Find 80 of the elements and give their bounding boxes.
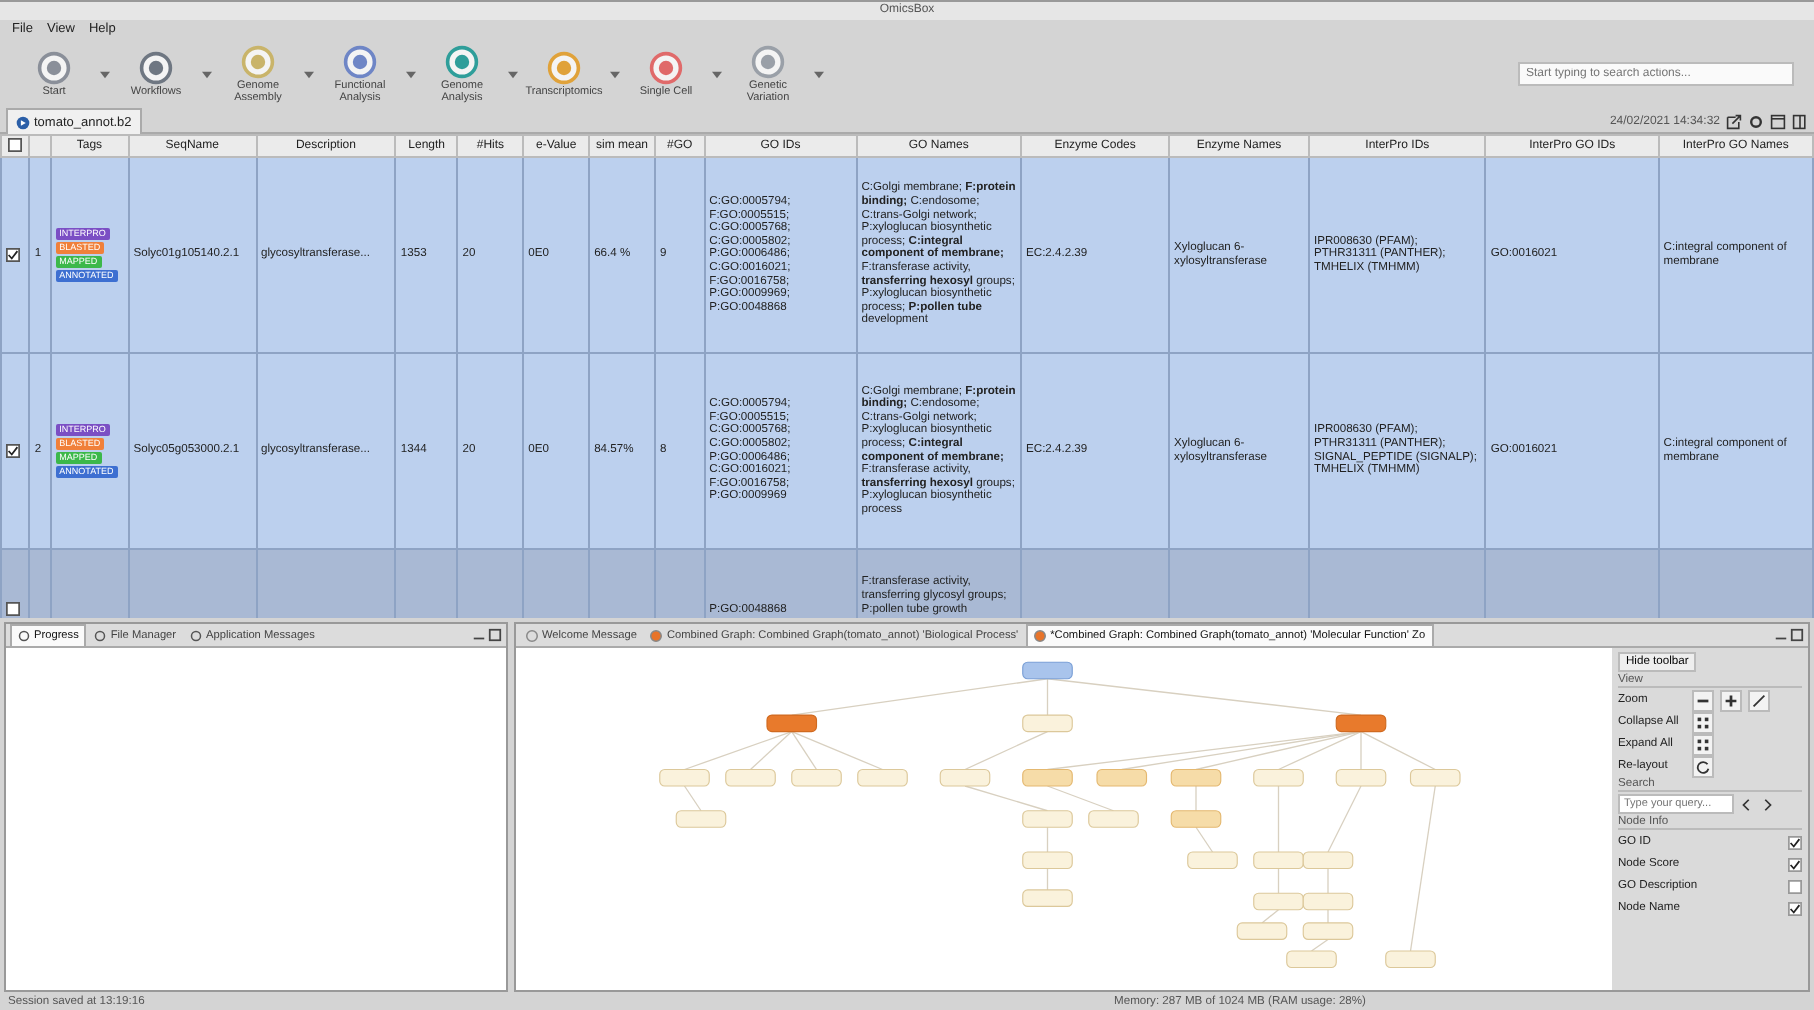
graph-edge bbox=[1327, 868, 1329, 895]
fit-icon[interactable] bbox=[1748, 689, 1770, 712]
graph-edge bbox=[1195, 826, 1214, 853]
graph-node[interactable] bbox=[1409, 769, 1461, 787]
graph-node[interactable] bbox=[1302, 893, 1354, 911]
refresh-icon[interactable] bbox=[1692, 755, 1714, 778]
graph-node[interactable] bbox=[791, 769, 842, 787]
zoom-out-icon[interactable] bbox=[1692, 689, 1714, 712]
tab-icon bbox=[1034, 630, 1047, 643]
graph-node[interactable] bbox=[725, 769, 776, 787]
graph-node[interactable] bbox=[675, 810, 727, 829]
graph-node[interactable] bbox=[1022, 889, 1073, 908]
graph-edge bbox=[1277, 785, 1280, 853]
graph-node[interactable] bbox=[1335, 769, 1387, 787]
graph-edge bbox=[683, 785, 702, 812]
zoom-in-icon[interactable] bbox=[1720, 689, 1742, 712]
checkbox[interactable] bbox=[1788, 835, 1802, 850]
checkbox[interactable] bbox=[1788, 857, 1802, 872]
collapse-icon[interactable] bbox=[1692, 711, 1714, 734]
graph-node[interactable] bbox=[1096, 769, 1148, 787]
export-icon[interactable] bbox=[1726, 113, 1742, 130]
tab-icon bbox=[650, 629, 663, 642]
graph-node[interactable] bbox=[1022, 851, 1073, 870]
graph-node[interactable] bbox=[1302, 851, 1354, 870]
graph-node[interactable] bbox=[1088, 810, 1139, 829]
graph-node[interactable] bbox=[1187, 851, 1238, 870]
file-icon bbox=[16, 115, 30, 130]
dropdown-icon[interactable] bbox=[304, 69, 314, 80]
dropdown-icon[interactable] bbox=[100, 69, 110, 80]
table-row[interactable] bbox=[1, 157, 1813, 354]
graph-node[interactable] bbox=[1022, 662, 1073, 680]
graph-edge bbox=[1261, 909, 1280, 924]
graph-node[interactable] bbox=[1253, 851, 1304, 870]
next-icon[interactable] bbox=[1760, 797, 1774, 812]
graph-edge bbox=[1327, 785, 1362, 853]
maximize-icon[interactable] bbox=[488, 628, 502, 643]
dropdown-icon[interactable] bbox=[814, 69, 824, 80]
graph-node[interactable] bbox=[1335, 714, 1387, 733]
graph-node[interactable] bbox=[857, 769, 908, 787]
graph-node[interactable] bbox=[1302, 922, 1354, 941]
graph-edge bbox=[1046, 826, 1049, 853]
dropdown-icon[interactable] bbox=[406, 69, 416, 80]
graph-node[interactable] bbox=[766, 714, 818, 733]
graph-node[interactable] bbox=[1253, 769, 1304, 787]
graph-edge bbox=[1046, 868, 1049, 891]
graph-edge bbox=[1046, 785, 1115, 812]
dropdown-icon[interactable] bbox=[712, 69, 722, 80]
graph-node[interactable] bbox=[1170, 810, 1222, 829]
tab-icon bbox=[94, 629, 107, 642]
checkbox[interactable] bbox=[1788, 879, 1802, 894]
graph-node[interactable] bbox=[1022, 769, 1073, 787]
window-icon[interactable] bbox=[1792, 113, 1808, 130]
checkbox[interactable] bbox=[6, 444, 20, 459]
dropdown-icon[interactable] bbox=[610, 69, 620, 80]
graph-node[interactable] bbox=[1022, 714, 1073, 733]
dropdown-icon[interactable] bbox=[202, 69, 212, 80]
graph-edge bbox=[1195, 785, 1197, 812]
graph-node[interactable] bbox=[1022, 810, 1073, 829]
graph-edge bbox=[1277, 868, 1280, 895]
graph-node[interactable] bbox=[1385, 950, 1436, 969]
dropdown-icon[interactable] bbox=[508, 69, 518, 80]
checkbox[interactable] bbox=[6, 248, 20, 263]
graph-node[interactable] bbox=[1236, 922, 1288, 941]
graph-node[interactable] bbox=[1253, 893, 1304, 911]
previous-icon[interactable] bbox=[1740, 797, 1754, 812]
window-icon[interactable] bbox=[1770, 113, 1786, 130]
checkbox-icon[interactable] bbox=[8, 137, 23, 152]
tab-icon bbox=[190, 629, 203, 642]
graph-node[interactable] bbox=[659, 769, 710, 787]
graph-node[interactable] bbox=[1170, 769, 1222, 787]
graph-node[interactable] bbox=[939, 769, 991, 787]
checkbox[interactable] bbox=[6, 602, 20, 617]
checkbox[interactable] bbox=[1788, 901, 1802, 916]
tab-icon bbox=[526, 629, 538, 642]
tab-icon bbox=[18, 630, 30, 643]
graph-edge bbox=[964, 785, 1049, 812]
graph-node[interactable] bbox=[1286, 950, 1337, 969]
expand-icon[interactable] bbox=[1692, 733, 1714, 756]
maximize-icon[interactable] bbox=[1790, 628, 1804, 643]
table-row[interactable] bbox=[1, 353, 1813, 550]
